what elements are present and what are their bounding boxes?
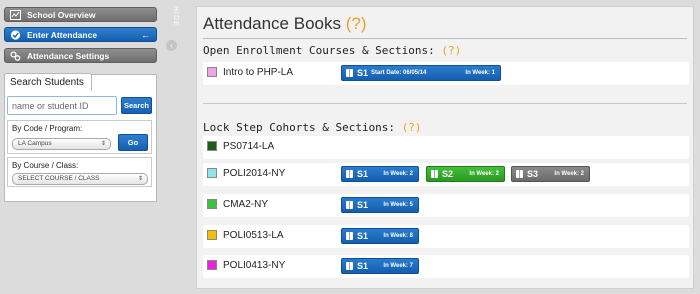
color-swatch [207, 260, 217, 270]
lock-step-title: Lock Step Cohorts & Sections: [203, 121, 396, 134]
section-name: S2 [442, 169, 454, 179]
open-enrollment-title: Open Enrollment Courses & Sections: [203, 44, 435, 57]
help-link[interactable]: (?) [402, 121, 422, 134]
cohort-label: POLI0513-LA [223, 230, 284, 241]
course-class-select[interactable]: SELECT COURSE / CLASS ⇕ [12, 173, 148, 185]
list-item: POLI0513-LA S1 In Week: 8 [203, 225, 689, 248]
search-students-tab[interactable]: Search Students [4, 73, 92, 91]
nav-attendance-settings[interactable]: Attendance Settings [4, 48, 157, 63]
color-swatch [207, 230, 217, 240]
section-divider [203, 103, 687, 104]
list-item: PS0714-LA [203, 136, 689, 159]
color-swatch [207, 67, 217, 77]
search-button[interactable]: Search [121, 97, 152, 114]
book-icon [346, 201, 353, 209]
color-swatch [207, 141, 217, 151]
book-icon [516, 170, 523, 178]
help-link[interactable]: (?) [346, 14, 367, 33]
cohort-label: POLI0413-NY [223, 260, 286, 271]
section-week: In Week: 2 [469, 171, 499, 177]
check-icon [10, 30, 21, 40]
section-name: S1 [357, 68, 369, 78]
section-week: In Week: 5 [383, 202, 413, 208]
lock-step-heading: Lock Step Cohorts & Sections: (?) [203, 121, 422, 134]
arrow-left-icon: ← [141, 30, 150, 40]
nav-label: Enter Attendance [27, 30, 98, 40]
list-item: POLI2014-NY S1 In Week: 2 S2 In Week: 2 … [203, 163, 689, 186]
by-code-group: By Code / Program: LA Campus ⇕ Go [7, 120, 152, 154]
course-select-value: SELECT COURSE / CLASS [18, 175, 100, 182]
list-item: CMA2-NY S1 In Week: 5 [203, 194, 689, 217]
go-button[interactable]: Go [118, 134, 148, 151]
sidebar: School Overview Enter Attendance ← Atten… [0, 0, 160, 294]
by-code-label: By Code / Program: [12, 124, 83, 133]
open-enrollment-heading: Open Enrollment Courses & Sections: (?) [203, 44, 461, 57]
select-caret-icon: ⇕ [137, 176, 143, 182]
book-icon [346, 170, 353, 178]
cohort-label: PS0714-LA [223, 141, 275, 152]
title-divider [203, 38, 687, 39]
color-swatch [207, 199, 217, 209]
section-button[interactable]: S1 Start Date: 06/05/14 In Week: 1 [341, 65, 501, 81]
section-name: S1 [357, 200, 369, 210]
list-item: POLI0413-NY S1 In Week: 7 [203, 255, 689, 278]
course-label: Intro to PHP-LA [223, 67, 294, 78]
by-course-label: By Course / Class: [12, 161, 79, 170]
code-select-value: LA Campus [18, 140, 52, 147]
book-icon [346, 262, 353, 270]
hide-sidebar-toggle[interactable]: HIDE [165, 6, 179, 27]
cohort-label: CMA2-NY [223, 199, 269, 210]
book-icon [346, 69, 353, 77]
book-icon [431, 170, 438, 178]
code-program-select[interactable]: LA Campus ⇕ [12, 138, 111, 150]
page-title: Attendance Books (?) [203, 14, 367, 34]
page-title-text: Attendance Books [203, 14, 341, 33]
section-name: S3 [527, 169, 539, 179]
attendance-books-panel: Attendance Books (?) Open Enrollment Cou… [196, 6, 694, 289]
section-name: S1 [357, 169, 369, 179]
search-input[interactable] [7, 96, 117, 115]
collapse-chevron-icon[interactable]: ‹ [166, 40, 177, 51]
list-item: Intro to PHP-LA S1 Start Date: 06/05/14 … [203, 62, 689, 85]
section-name: S1 [357, 261, 369, 271]
section-week: In Week: 2 [383, 171, 413, 177]
section-button[interactable]: S1 In Week: 7 [341, 258, 419, 274]
section-week: In Week: 1 [465, 70, 495, 76]
nav-enter-attendance[interactable]: Enter Attendance ← [4, 27, 157, 42]
by-course-group: By Course / Class: SELECT COURSE / CLASS… [7, 157, 152, 187]
settings-icon [10, 51, 21, 61]
book-icon [346, 232, 353, 240]
section-button[interactable]: S2 In Week: 2 [426, 166, 505, 182]
overview-icon [10, 10, 21, 20]
select-caret-icon: ⇕ [100, 141, 106, 147]
section-week: In Week: 7 [383, 263, 413, 269]
section-button[interactable]: S3 In Week: 2 [511, 166, 590, 182]
section-button[interactable]: S1 In Week: 5 [341, 197, 419, 213]
help-link[interactable]: (?) [441, 44, 461, 57]
nav-label: Attendance Settings [27, 51, 110, 61]
cohort-label: POLI2014-NY [223, 168, 286, 179]
section-week: In Week: 2 [554, 171, 584, 177]
section-name: S1 [357, 231, 369, 241]
section-week: In Week: 8 [383, 233, 413, 239]
color-swatch [207, 168, 217, 178]
section-button[interactable]: S1 In Week: 2 [341, 166, 419, 182]
nav-school-overview[interactable]: School Overview [4, 7, 157, 22]
section-start-date: Start Date: 06/05/14 [371, 70, 427, 76]
section-button[interactable]: S1 In Week: 8 [341, 228, 419, 244]
nav-label: School Overview [27, 10, 96, 20]
